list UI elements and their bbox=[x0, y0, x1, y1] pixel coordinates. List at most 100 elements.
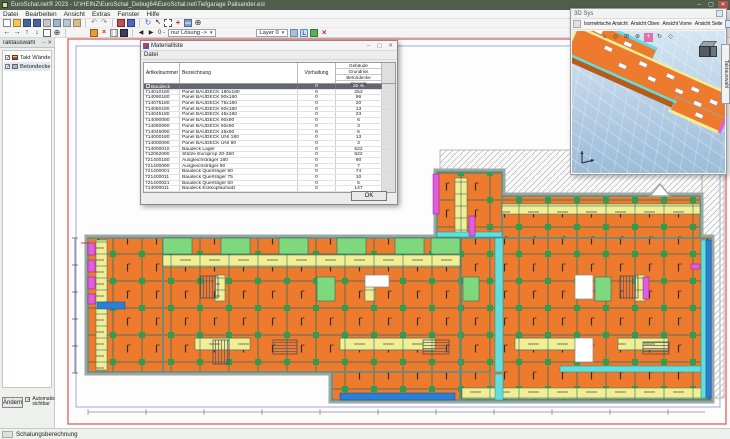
prev-icon[interactable]: ◀ bbox=[137, 29, 145, 37]
col-vorhaltung: Vorhaltung bbox=[298, 63, 336, 83]
print-preview-icon[interactable] bbox=[53, 19, 61, 27]
tree-checkbox[interactable]: ✓ bbox=[5, 55, 10, 60]
viewer3d-viewport[interactable]: ⌂◎⊞⊕+↻◇ bbox=[572, 31, 725, 173]
dialog-close-button[interactable]: ✕ bbox=[386, 43, 395, 49]
tree-item-takt-wände[interactable]: ✓ Takt Wände bbox=[4, 53, 50, 62]
formwork-icon[interactable] bbox=[90, 29, 98, 37]
auto-visible-checkbox[interactable]: ✓ bbox=[25, 397, 30, 402]
materialliste-dialog: Materialliste – ▢ ✕ Datei Artikelnummer … bbox=[140, 40, 398, 205]
tree-item-betondecke[interactable]: ✓ Betondecke bbox=[4, 62, 50, 71]
dialog-icon bbox=[143, 43, 149, 49]
zoom-icon[interactable]: ⊕ bbox=[53, 29, 61, 37]
arrow-down-icon[interactable]: ↓ bbox=[33, 29, 41, 37]
menu-bearbeiten[interactable]: Bearbeiten bbox=[25, 11, 56, 18]
viewer3d-title-bar[interactable]: 3D Sys bbox=[571, 9, 726, 19]
menu-datei[interactable]: Datei bbox=[3, 11, 18, 18]
menu-fenster[interactable]: Fenster bbox=[117, 11, 139, 18]
takt-tree: ✓ Takt Wände ✓ Betondecke bbox=[2, 50, 52, 388]
new-file-icon[interactable] bbox=[3, 19, 11, 27]
next-icon[interactable]: ▶ bbox=[147, 29, 155, 37]
close-icon[interactable]: ✕ bbox=[47, 40, 52, 46]
zoom-icon[interactable]: ⊕ bbox=[633, 33, 642, 42]
side-tab-label: Taktauswahl bbox=[723, 46, 729, 102]
status-text: Schalungsberechnung bbox=[16, 431, 78, 438]
redo-icon[interactable]: ↷ bbox=[100, 19, 108, 27]
save-icon[interactable] bbox=[23, 19, 31, 27]
tree-checkbox[interactable]: ✓ bbox=[5, 64, 10, 69]
dialog-maximize-button[interactable]: ▢ bbox=[375, 43, 384, 49]
viewer3d-window-button[interactable] bbox=[716, 10, 723, 17]
rect-select-icon[interactable] bbox=[164, 19, 172, 27]
viewer3d-window: 3D Sys Isometrische AnsichtAnsicht ObenA… bbox=[570, 8, 727, 175]
arrow-right-icon[interactable]: → bbox=[13, 29, 21, 37]
col-gesamt-stack: GebäudeGrundrissBetondeckeGesamt bbox=[336, 63, 382, 83]
axis-triad-icon bbox=[578, 147, 598, 167]
red-x-icon[interactable]: × bbox=[320, 29, 328, 37]
col-bezeichnung: Bezeichnung bbox=[180, 63, 298, 83]
wall-red-icon[interactable] bbox=[117, 19, 125, 27]
takt-sidebar: Taktauswahl – ✕ ✓ Takt Wände ✓ Betondecke Ä… bbox=[0, 38, 55, 428]
menu-ansicht[interactable]: Ansicht bbox=[64, 11, 85, 18]
plus-icon[interactable]: + bbox=[174, 19, 182, 27]
table-header: Artikelnummer Bezeichnung Vorhaltung Geb… bbox=[144, 63, 395, 84]
layer-blue-icon[interactable] bbox=[290, 29, 298, 37]
zoom-window-icon[interactable] bbox=[43, 29, 51, 37]
grid-icon[interactable] bbox=[110, 29, 118, 37]
tree-item-label: Betondecke bbox=[20, 64, 51, 70]
l-button-icon[interactable]: L bbox=[300, 29, 308, 37]
orbit-icon[interactable]: ↻ bbox=[655, 33, 664, 42]
slab-blue-icon[interactable] bbox=[127, 19, 135, 27]
pan-icon[interactable]: + bbox=[644, 33, 653, 42]
tree-item-label: Takt Wände bbox=[20, 55, 51, 61]
aendern-button[interactable]: Ändern bbox=[2, 397, 23, 408]
grid-blue-icon[interactable] bbox=[184, 19, 192, 27]
pin-icon[interactable]: – bbox=[42, 40, 45, 46]
view-mode-icon[interactable] bbox=[573, 20, 581, 28]
fit-icon[interactable]: ◇ bbox=[666, 33, 675, 42]
slab-dark-icon[interactable] bbox=[120, 29, 128, 37]
col-artikelnummer: Artikelnummer bbox=[144, 63, 180, 83]
dialog-title-bar[interactable]: Materialliste – ▢ ✕ bbox=[141, 41, 397, 51]
solution-dropdown[interactable]: nur Lösung ->▼ bbox=[168, 29, 216, 37]
taktauswahl-side-tab[interactable]: Taktauswahl bbox=[721, 44, 730, 104]
dialog-title: Materialliste bbox=[151, 43, 362, 49]
navigation-cube[interactable] bbox=[699, 41, 717, 57]
undo-icon[interactable]: ↶ bbox=[90, 19, 98, 27]
cursor-icon[interactable]: ↖ bbox=[154, 19, 162, 27]
viewer3d-toolbar: ⌂◎⊞⊕+↻◇ bbox=[600, 33, 675, 42]
arrow-left-icon[interactable]: ← bbox=[3, 29, 11, 37]
menu-hilfe[interactable]: Hilfe bbox=[146, 11, 159, 18]
table-scroll-area[interactable] bbox=[382, 63, 395, 83]
viewer3d-title: 3D Sys bbox=[574, 11, 716, 17]
sidebar-title: Taktauswahl bbox=[2, 40, 40, 46]
ok-button[interactable]: OK bbox=[351, 191, 387, 201]
open-folder-icon[interactable] bbox=[13, 19, 21, 27]
layer-dropdown[interactable]: Layer 0▼ bbox=[256, 29, 288, 37]
solution-index-label: 0 - bbox=[158, 30, 165, 36]
zoom-box-icon[interactable]: ⊞ bbox=[622, 33, 631, 42]
status-bar: Schalungsberechnung bbox=[0, 428, 730, 439]
arrow-up-icon[interactable]: ↑ bbox=[23, 29, 31, 37]
auto-visible-label: Automatisch sichtbar bbox=[32, 397, 56, 408]
view-button-isometrische-ansicht[interactable]: Isometrische Ansicht bbox=[584, 21, 628, 27]
dialog-minimize-button[interactable]: – bbox=[364, 43, 373, 49]
copy-icon[interactable] bbox=[63, 19, 71, 27]
home-icon[interactable]: ⌂ bbox=[600, 33, 609, 42]
view-button-ansicht-seite[interactable]: Ansicht Seite bbox=[695, 21, 723, 27]
delete-x-icon[interactable]: × bbox=[100, 29, 108, 37]
status-indicator bbox=[2, 431, 13, 438]
application-window: EuroSchal.net® 2023 - U:\HEINZ\EuroSchal… bbox=[0, 0, 730, 439]
save-all-icon[interactable] bbox=[33, 19, 41, 27]
viewport-settings-icon[interactable] bbox=[725, 20, 730, 28]
green-eye-icon[interactable] bbox=[310, 29, 318, 37]
view-button-ansicht-oben[interactable]: Ansicht Oben bbox=[631, 21, 660, 27]
menu-extras[interactable]: Extras bbox=[92, 11, 110, 18]
paste-icon[interactable] bbox=[73, 19, 81, 27]
refresh-icon[interactable]: ↻ bbox=[144, 19, 152, 27]
app-icon bbox=[2, 2, 8, 8]
print-icon[interactable] bbox=[43, 19, 51, 27]
dialog-menu-datei[interactable]: Datei bbox=[144, 52, 158, 58]
view-button-ansicht-vorne[interactable]: Ansicht Vorne bbox=[662, 21, 691, 27]
zoom-icon[interactable]: ⊕ bbox=[194, 19, 202, 27]
eye-icon[interactable]: ◎ bbox=[611, 33, 620, 42]
